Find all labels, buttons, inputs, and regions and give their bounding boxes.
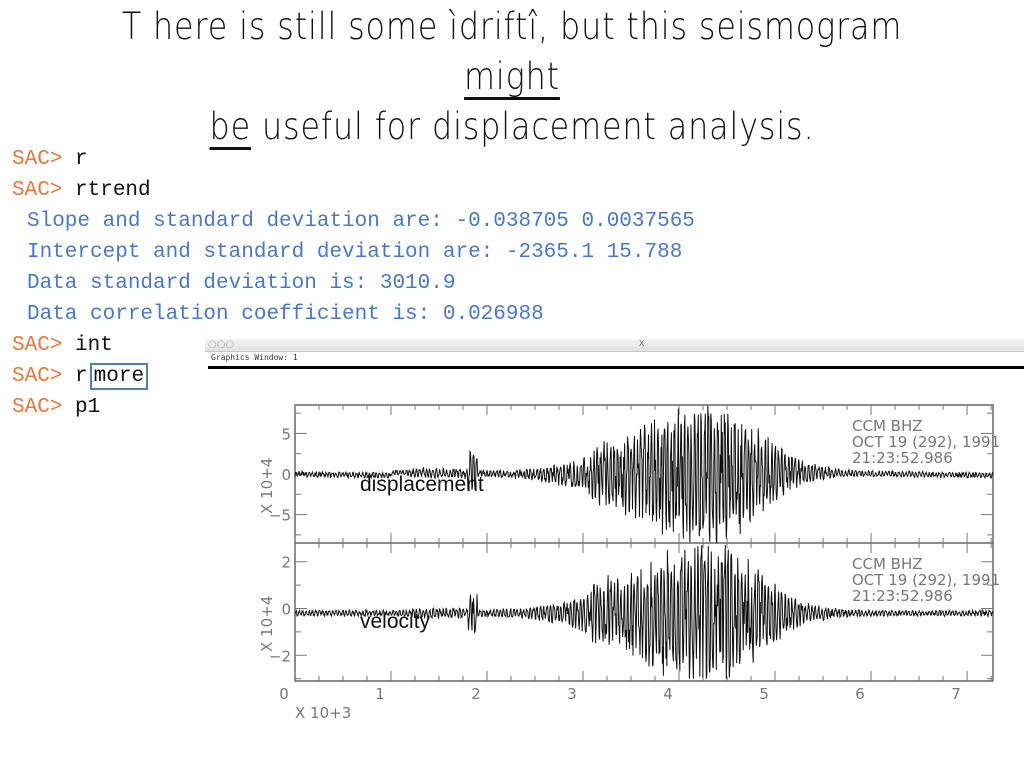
- y-axis-label: X 10+4: [258, 596, 276, 652]
- seismogram-plot: 50−5X 10+4CCM BHZOCT 19 (292), 199121:23…: [258, 404, 1000, 722]
- displacement-label: displacement: [360, 473, 484, 496]
- x-tick-label: 2: [471, 685, 481, 703]
- trace-header-text: 21:23:52.986: [852, 587, 953, 605]
- x-axis-label: X 10+3: [295, 704, 351, 722]
- x-tick-label: 4: [663, 685, 673, 703]
- x-tick-label: 1: [375, 685, 385, 703]
- x-tick-label: 7: [951, 685, 961, 703]
- x-tick-label: 0: [279, 685, 289, 703]
- x-tick-label: 6: [855, 685, 865, 703]
- y-tick-label: 2: [281, 554, 291, 572]
- velocity-label: velocity: [360, 610, 431, 633]
- y-tick-label: 5: [281, 425, 291, 443]
- trace-header-text: 21:23:52.986: [852, 449, 953, 467]
- x-tick-label: 3: [567, 685, 577, 703]
- y-axis-label: X 10+4: [258, 458, 276, 514]
- y-tick-label: 0: [281, 466, 291, 484]
- y-tick-label: 0: [281, 600, 291, 618]
- x-tick-label: 5: [759, 685, 769, 703]
